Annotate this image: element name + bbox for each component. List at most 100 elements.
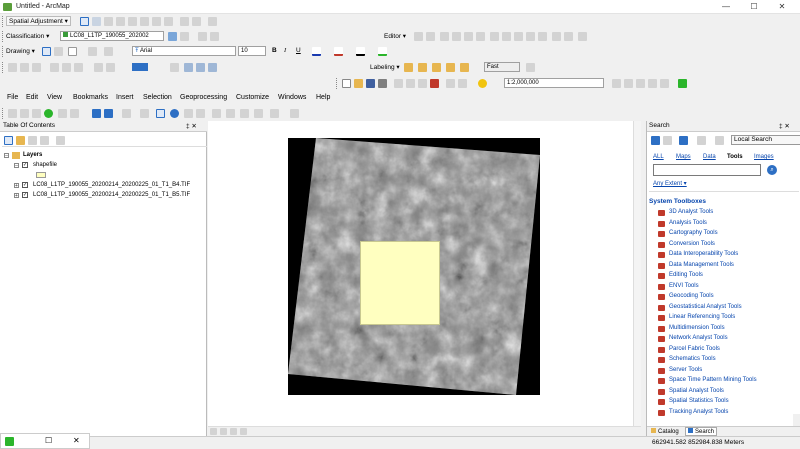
go-back-icon[interactable] — [92, 109, 101, 118]
search-index-icon[interactable] — [715, 136, 724, 145]
editor-toolbar-icon[interactable] — [612, 79, 621, 88]
toolbox-item[interactable]: Tracking Analyst Tools — [657, 409, 797, 419]
any-extent-dropdown[interactable]: Any Extent ▾ — [653, 180, 687, 187]
maximize-button[interactable]: ☐ — [744, 1, 764, 13]
attributes-icon[interactable] — [552, 32, 561, 41]
georef-tool-3-icon[interactable] — [32, 63, 41, 72]
table-icon[interactable] — [170, 63, 179, 72]
layout-icon[interactable] — [184, 63, 193, 72]
font-size-select[interactable]: 10 — [238, 46, 266, 56]
toolbox-item[interactable]: Parcel Fabric Tools — [657, 346, 797, 356]
scale-select[interactable]: 1:2,000,000 — [504, 78, 604, 88]
font-color-icon[interactable] — [312, 47, 321, 56]
open-icon[interactable] — [354, 79, 363, 88]
menu-customize[interactable]: Customize — [236, 94, 269, 101]
search-pin-close[interactable]: ‡ ✕ — [779, 122, 790, 130]
model-builder-icon[interactable] — [678, 79, 687, 88]
hyperlink-icon[interactable] — [184, 109, 193, 118]
new-document-icon[interactable] — [342, 79, 351, 88]
editor-dropdown[interactable]: Editor ▾ — [384, 32, 406, 40]
edit-tool-icon[interactable] — [414, 32, 423, 41]
toolbox-item[interactable]: Conversion Tools — [657, 241, 797, 251]
drawing-dropdown[interactable]: Drawing ▾ — [6, 47, 35, 55]
select-features-icon[interactable] — [122, 109, 131, 118]
pan-icon[interactable] — [32, 109, 41, 118]
toolbox-item[interactable]: 3D Analyst Tools — [657, 209, 797, 219]
search-home-icon[interactable] — [679, 136, 688, 145]
paste-icon[interactable] — [418, 79, 427, 88]
menu-file[interactable]: File — [7, 94, 18, 101]
cut-polygons-icon[interactable] — [514, 32, 523, 41]
split-tool-icon[interactable] — [526, 32, 535, 41]
view-unplaced-labels-icon[interactable] — [446, 63, 455, 72]
training-sample-manager-icon[interactable] — [168, 32, 177, 41]
print-icon[interactable] — [378, 79, 387, 88]
map-display[interactable] — [208, 121, 641, 426]
zoom-out-icon[interactable] — [20, 109, 29, 118]
find-icon[interactable] — [212, 109, 221, 118]
toolbox-item[interactable]: Server Tools — [657, 367, 797, 377]
toolbox-item[interactable]: Geostatistical Analyst Tools — [657, 304, 797, 314]
georef-tool-7-icon[interactable] — [94, 63, 103, 72]
endpoint-arc-icon[interactable] — [452, 32, 461, 41]
html-popup-icon[interactable] — [196, 109, 205, 118]
limited-adjustment-area-icon[interactable] — [140, 17, 149, 26]
edit-annotation-icon[interactable] — [426, 32, 435, 41]
layout-view-icon[interactable] — [220, 428, 227, 435]
fill-color-icon[interactable] — [334, 47, 343, 56]
multiple-displacement-links-icon[interactable] — [116, 17, 125, 26]
toolbox-item[interactable]: Data Management Tools — [657, 262, 797, 272]
marker-color-icon[interactable] — [378, 47, 387, 56]
toolbox-item[interactable]: Linear Referencing Tools — [657, 314, 797, 324]
filter-maps[interactable]: Maps — [676, 154, 691, 160]
menu-bookmarks[interactable]: Bookmarks — [73, 94, 108, 101]
georef-tool-4-icon[interactable] — [50, 63, 59, 72]
filter-images[interactable]: Images — [754, 154, 774, 160]
list-by-selection-icon[interactable] — [40, 136, 49, 145]
connect-icon[interactable] — [5, 437, 14, 446]
identify-icon[interactable] — [170, 109, 179, 118]
labeling-dropdown[interactable]: Labeling ▾ — [370, 63, 400, 71]
fixed-zoom-in-icon[interactable] — [58, 109, 67, 118]
label-weight-icon[interactable] — [526, 63, 535, 72]
bold-button[interactable]: B — [272, 47, 277, 54]
find-route-icon[interactable] — [226, 109, 235, 118]
color-swatch[interactable] — [132, 63, 148, 71]
label-priority-icon[interactable] — [460, 63, 469, 72]
create-signature-icon[interactable] — [198, 32, 207, 41]
toolbox-item[interactable]: Spatial Statistics Tools — [657, 398, 797, 408]
menu-geoprocessing[interactable]: Geoprocessing — [180, 94, 227, 101]
new-displacement-link-icon[interactable] — [92, 17, 101, 26]
search-back-icon[interactable] — [651, 136, 660, 145]
menu-insert[interactable]: Insert — [116, 94, 134, 101]
toolbox-item[interactable]: Cartography Tools — [657, 230, 797, 240]
text-icon[interactable] — [88, 47, 97, 56]
map-vertical-scrollbar[interactable] — [633, 121, 641, 426]
point-icon[interactable] — [476, 32, 485, 41]
toolbox-item[interactable]: Multidimension Tools — [657, 325, 797, 335]
copy-icon[interactable] — [406, 79, 415, 88]
zoom-in-icon[interactable] — [8, 109, 17, 118]
rectangle-icon[interactable] — [68, 47, 77, 56]
search-scope-select[interactable]: Local Search — [731, 135, 800, 145]
classification-layer-select[interactable]: LC08_L1TP_190055_202002 — [60, 31, 164, 41]
menu-view[interactable]: View — [47, 94, 62, 101]
toolbar-close-icon[interactable]: ✕ — [73, 436, 80, 445]
toolbox-item[interactable]: Space Time Pattern Mining Tools — [657, 377, 797, 387]
list-by-drawing-order-icon[interactable] — [4, 136, 13, 145]
catalog-window-icon[interactable] — [636, 79, 645, 88]
search-options-icon[interactable] — [697, 136, 706, 145]
toolbar-restore-icon[interactable]: ☐ — [45, 436, 52, 445]
toolbox-item[interactable]: Schematics Tools — [657, 356, 797, 366]
refresh-icon[interactable] — [230, 428, 237, 435]
create-viewer-window-icon[interactable] — [290, 109, 299, 118]
menu-windows[interactable]: Windows — [278, 94, 306, 101]
toolbox-item[interactable]: Editing Tools — [657, 272, 797, 282]
pause-drawing-icon[interactable] — [240, 428, 247, 435]
undo-icon[interactable] — [446, 79, 455, 88]
go-forward-icon[interactable] — [104, 109, 113, 118]
straight-segment-icon[interactable] — [440, 32, 449, 41]
label-quality-select[interactable]: Fast — [484, 62, 520, 72]
minimize-button[interactable]: — — [716, 1, 736, 13]
arctoolbox-icon[interactable] — [660, 79, 669, 88]
